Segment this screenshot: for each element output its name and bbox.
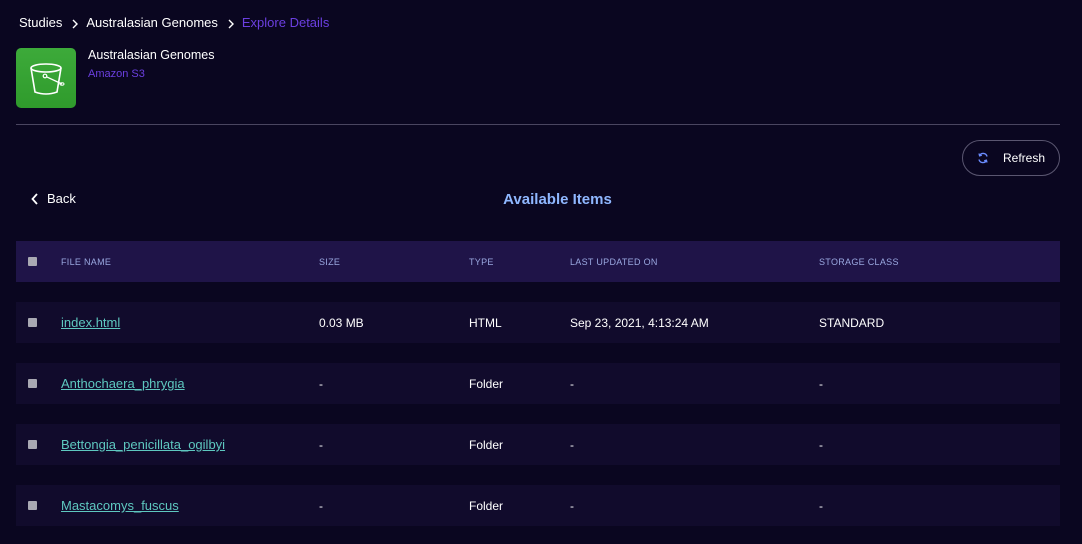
breadcrumb-studies[interactable]: Studies [19,15,62,30]
table-row: Mastacomys_fuscus - Folder - - [16,485,1060,526]
file-name-link[interactable]: Mastacomys_fuscus [61,498,179,513]
file-storage-class: STANDARD [819,315,885,330]
divider [16,124,1060,125]
table-row: index.html 0.03 MB HTML Sep 23, 2021, 4:… [16,302,1060,343]
s3-bucket-icon [16,48,76,108]
row-checkbox[interactable] [28,318,37,327]
file-size: - [319,437,323,452]
breadcrumb-current: Explore Details [241,14,330,30]
file-name-link[interactable]: Anthochaera_phrygia [61,376,185,391]
chevron-right-icon [72,17,79,29]
column-header-size[interactable]: SIZE [319,257,340,267]
resource-header: Australasian Genomes Amazon S3 [16,48,214,108]
file-storage-class: - [819,437,823,452]
breadcrumb: Studies Australasian Genomes Explore Det… [19,14,329,30]
items-table: FILE NAME SIZE TYPE LAST UPDATED ON STOR… [16,241,1060,526]
file-size: - [319,498,323,513]
section-title: Available Items [503,191,612,208]
file-size: - [319,376,323,391]
row-checkbox[interactable] [28,440,37,449]
row-checkbox[interactable] [28,379,37,388]
file-size: 0.03 MB [319,315,364,330]
column-header-type[interactable]: TYPE [469,257,494,267]
breadcrumb-study[interactable]: Australasian Genomes [86,15,218,30]
file-type: HTML [469,315,502,330]
column-header-storage-class[interactable]: STORAGE CLASS [819,257,899,267]
file-type: Folder [469,376,504,391]
column-header-file-name[interactable]: FILE NAME [61,257,111,267]
file-last-updated: Sep 23, 2021, 4:13:24 AM [570,315,709,330]
select-all-checkbox[interactable] [28,257,37,266]
file-storage-class: - [819,376,823,391]
refresh-icon [977,152,989,164]
table-row: Bettongia_penicillata_ogilbyi - Folder -… [16,424,1060,465]
file-name-link[interactable]: Bettongia_penicillata_ogilbyi [61,437,225,452]
table-row: Anthochaera_phrygia - Folder - - [16,363,1060,404]
file-storage-class: - [819,498,823,513]
table-header: FILE NAME SIZE TYPE LAST UPDATED ON STOR… [16,241,1060,282]
resource-title: Australasian Genomes [88,48,215,62]
file-name-link[interactable]: index.html [61,315,120,330]
file-type: Folder [469,498,504,513]
chevron-right-icon [228,17,234,29]
refresh-label: Refresh [1002,151,1046,165]
row-checkbox[interactable] [28,501,37,510]
file-last-updated: - [570,376,574,391]
file-type: Folder [469,437,504,452]
refresh-button[interactable]: Refresh [962,140,1060,176]
column-header-last-updated[interactable]: LAST UPDATED ON [570,257,658,267]
file-last-updated: - [570,498,574,513]
file-last-updated: - [570,437,574,452]
resource-source: Amazon S3 [88,68,145,80]
